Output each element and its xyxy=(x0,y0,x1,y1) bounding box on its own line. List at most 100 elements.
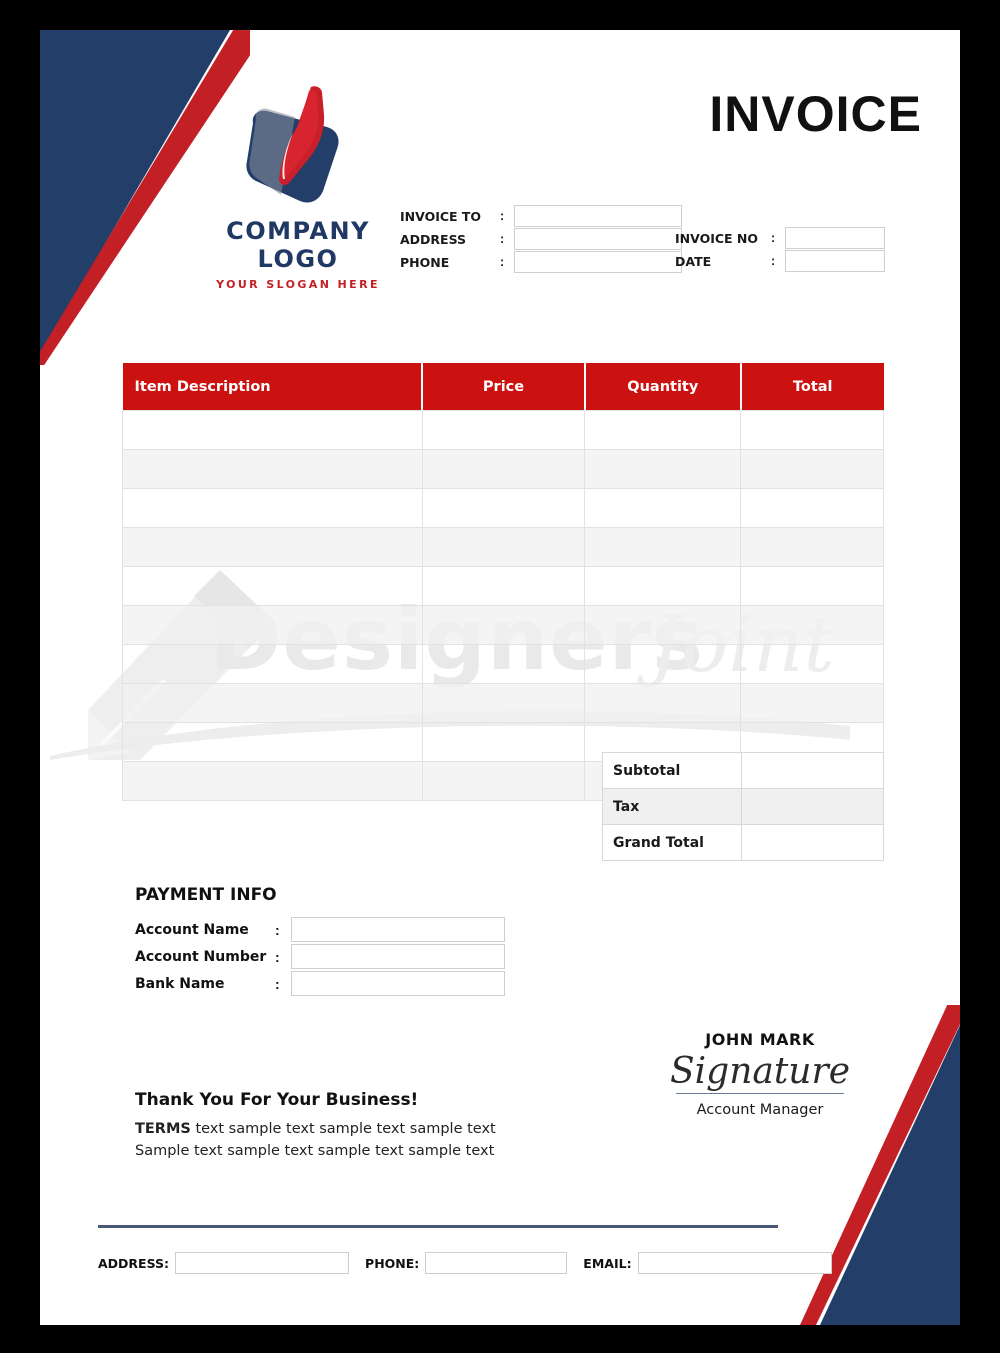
cell-quantity[interactable] xyxy=(584,605,742,645)
cell-total[interactable] xyxy=(740,527,884,567)
cell-description[interactable] xyxy=(122,644,423,684)
cell-price[interactable] xyxy=(421,488,586,528)
cell-total[interactable] xyxy=(740,566,884,606)
cell-price[interactable] xyxy=(421,644,586,684)
invoice-no-label: INVOICE NO xyxy=(675,230,758,246)
cell-total[interactable] xyxy=(740,410,884,450)
tax-value[interactable] xyxy=(741,788,884,825)
account-name-input[interactable] xyxy=(291,917,505,942)
invoice-to-fields: INVOICE TO : ADDRESS : PHONE : xyxy=(400,205,682,274)
account-number-input[interactable] xyxy=(291,944,505,969)
invoice-no-input[interactable] xyxy=(785,227,885,249)
account-name-row: Account Name : xyxy=(135,917,505,942)
table-row[interactable] xyxy=(122,644,884,684)
column-header-total: Total xyxy=(740,363,884,411)
cell-description[interactable] xyxy=(122,722,423,762)
cell-quantity[interactable] xyxy=(584,488,742,528)
date-input[interactable] xyxy=(785,250,885,272)
invoice-no-row: INVOICE NO : xyxy=(675,227,885,249)
cell-description[interactable] xyxy=(122,605,423,645)
closing-section: Thank You For Your Business! TERMS text … xyxy=(135,1090,496,1163)
cell-quantity[interactable] xyxy=(584,449,742,489)
column-header-price: Price xyxy=(422,363,586,411)
terms-prefix: TERMS xyxy=(135,1121,191,1137)
date-row: DATE : xyxy=(675,250,885,272)
account-number-row: Account Number : xyxy=(135,944,505,969)
cell-quantity[interactable] xyxy=(584,410,742,450)
page-title: INVOICE xyxy=(709,86,922,142)
company-logo-mark-icon xyxy=(246,86,339,203)
address-colon: : xyxy=(500,232,505,246)
address-input[interactable] xyxy=(514,228,682,250)
cell-description[interactable] xyxy=(122,761,423,801)
invoice-number-fields: INVOICE NO : DATE : xyxy=(675,227,885,273)
phone-colon: : xyxy=(500,255,505,269)
cell-price[interactable] xyxy=(421,566,586,606)
cell-quantity[interactable] xyxy=(584,683,742,723)
footer-address-label: ADDRESS: xyxy=(98,1255,170,1271)
grand-total-label: Grand Total xyxy=(602,824,742,861)
account-number-label: Account Number xyxy=(135,948,267,965)
items-table: Item Description Price Quantity Total xyxy=(122,363,884,801)
cell-description[interactable] xyxy=(122,449,423,489)
bank-name-label: Bank Name xyxy=(135,975,225,992)
account-number-colon: : xyxy=(275,948,280,965)
cell-price[interactable] xyxy=(421,722,586,762)
cell-total[interactable] xyxy=(740,644,884,684)
cell-total[interactable] xyxy=(740,488,884,528)
terms-line-2: Sample text sample text sample text samp… xyxy=(135,1143,495,1160)
cell-description[interactable] xyxy=(122,566,423,606)
payment-info-section: PAYMENT INFO Account Name : Account Numb… xyxy=(135,885,505,998)
phone-input[interactable] xyxy=(514,251,682,273)
cell-price[interactable] xyxy=(421,527,586,567)
address-label: ADDRESS xyxy=(400,231,467,247)
cell-total[interactable] xyxy=(740,449,884,489)
signatory-name: JOHN MARK xyxy=(705,1030,815,1049)
footer-email-label: EMAIL: xyxy=(583,1255,632,1271)
subtotal-label: Subtotal xyxy=(602,752,742,789)
cell-total[interactable] xyxy=(740,683,884,723)
totals-table: Subtotal Tax Grand Total xyxy=(602,752,884,861)
footer-phone-label: PHONE: xyxy=(365,1255,420,1271)
grand-total-value[interactable] xyxy=(741,824,884,861)
cell-quantity[interactable] xyxy=(584,644,742,684)
company-slogan: YOUR SLOGAN HERE xyxy=(216,278,380,291)
account-name-label: Account Name xyxy=(135,921,249,938)
cell-quantity[interactable] xyxy=(584,527,742,567)
grand-total-row: Grand Total xyxy=(602,824,884,861)
cell-price[interactable] xyxy=(421,683,586,723)
cell-description[interactable] xyxy=(122,488,423,528)
table-row[interactable] xyxy=(122,449,884,489)
table-row[interactable] xyxy=(122,488,884,528)
company-name: COMPANY LOGO xyxy=(226,217,370,273)
terms-line-1: TERMS text sample text sample text sampl… xyxy=(135,1118,496,1140)
items-table-header-row: Item Description Price Quantity Total xyxy=(122,363,884,411)
invoice-to-input[interactable] xyxy=(514,205,682,227)
footer-phone-input[interactable] xyxy=(425,1252,568,1274)
table-row[interactable] xyxy=(122,410,884,450)
bank-name-input[interactable] xyxy=(291,971,505,996)
footer-email-input[interactable] xyxy=(637,1252,832,1274)
invoice-to-row: INVOICE TO : xyxy=(400,205,682,227)
table-row[interactable] xyxy=(122,566,884,606)
cell-quantity[interactable] xyxy=(584,566,742,606)
cell-description[interactable] xyxy=(122,527,423,567)
footer-address-input[interactable] xyxy=(175,1252,350,1274)
table-row[interactable] xyxy=(122,527,884,567)
address-row: ADDRESS : xyxy=(400,228,682,250)
cell-price[interactable] xyxy=(421,605,586,645)
phone-label: PHONE xyxy=(400,254,450,270)
table-row[interactable] xyxy=(122,683,884,723)
cell-price[interactable] xyxy=(421,761,586,801)
thank-you-text: Thank You For Your Business! xyxy=(135,1090,419,1110)
cell-total[interactable] xyxy=(740,605,884,645)
subtotal-value[interactable] xyxy=(741,752,884,789)
footer-contact-bar: ADDRESS: PHONE: EMAIL: xyxy=(98,1252,832,1274)
company-logo: COMPANY LOGO YOUR SLOGAN HERE xyxy=(188,75,408,291)
payment-info-title: PAYMENT INFO xyxy=(135,885,277,905)
table-row[interactable] xyxy=(122,605,884,645)
cell-price[interactable] xyxy=(421,449,586,489)
cell-description[interactable] xyxy=(122,683,423,723)
cell-description[interactable] xyxy=(122,410,423,450)
cell-price[interactable] xyxy=(421,410,586,450)
